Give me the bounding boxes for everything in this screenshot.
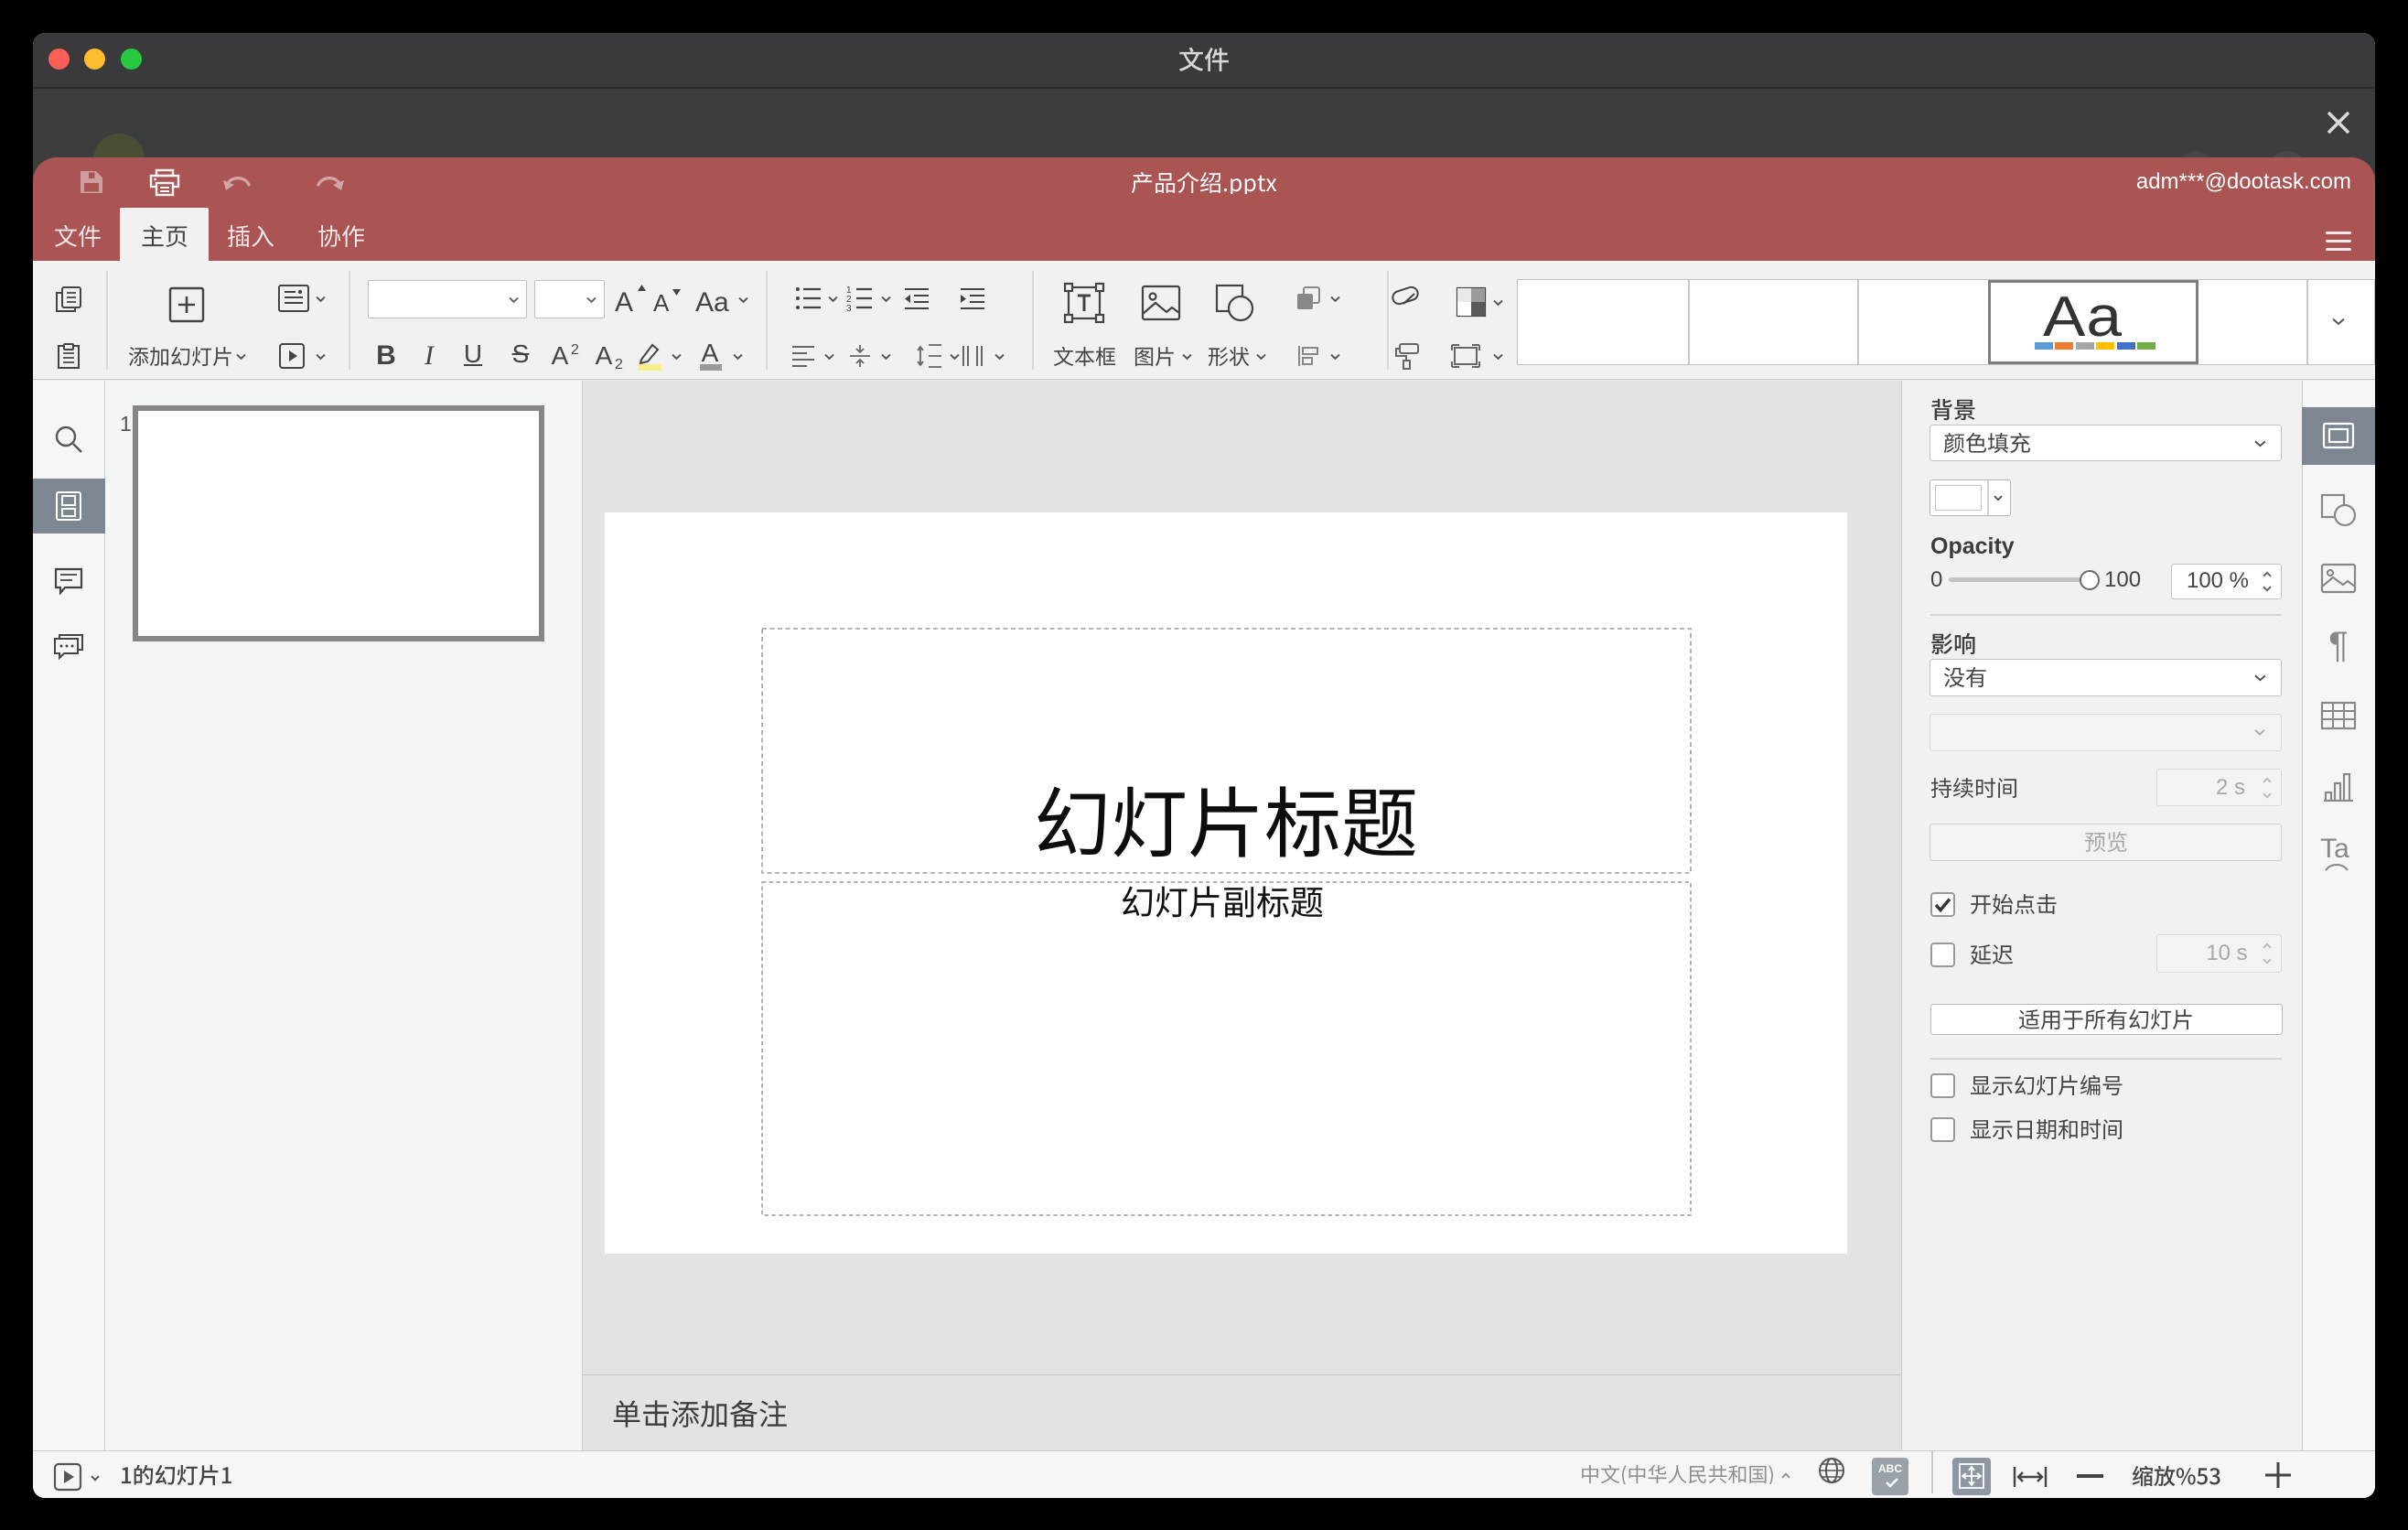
svg-text:3: 3 (846, 304, 852, 311)
